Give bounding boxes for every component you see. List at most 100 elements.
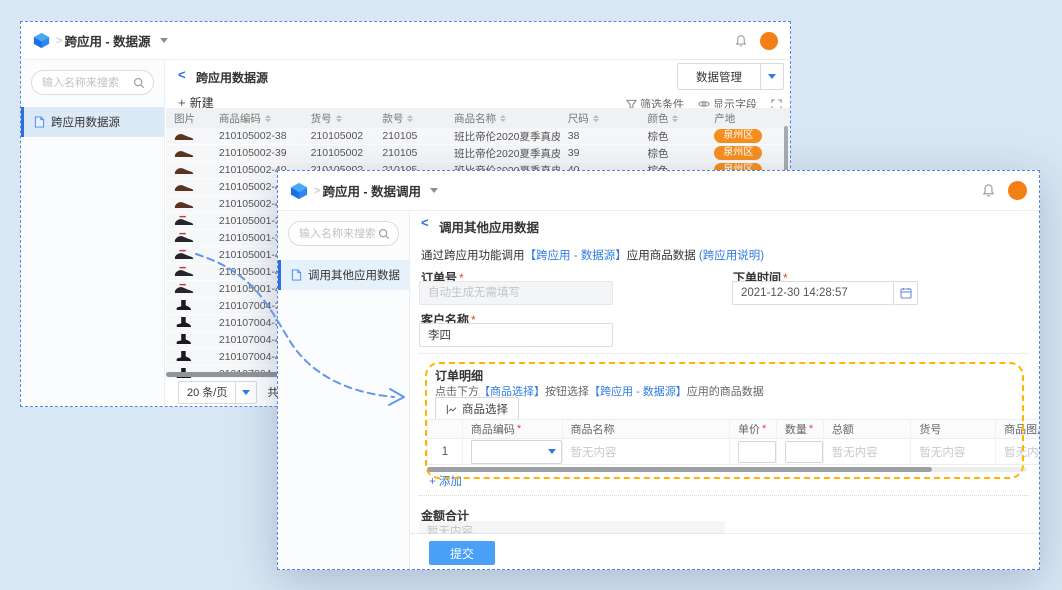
column-header: 货号 [911, 420, 996, 438]
unit-price-cell [730, 439, 777, 464]
table-cell: 39 [560, 147, 640, 159]
description-text: 通过跨应用功能调用 [421, 250, 525, 262]
datasource-app-link[interactable]: 【跨应用 - 数据源】 [525, 250, 627, 262]
product-name-cell: 暂无内容 [563, 439, 730, 464]
boot-image [174, 333, 192, 345]
product-code-select[interactable] [471, 440, 562, 464]
sidebar-item-datasource[interactable]: 跨应用数据源 [21, 107, 164, 137]
table-cell [166, 129, 211, 144]
user-avatar[interactable] [1008, 181, 1027, 200]
quantity-input[interactable] [785, 441, 823, 463]
column-header[interactable]: 款号 [374, 108, 446, 128]
table-row[interactable]: 210105002-39210105002210105班比帝伦2020夏季真皮.… [166, 145, 790, 162]
sort-icon[interactable] [265, 115, 271, 122]
sidebar-item-datacall[interactable]: 调用其他应用数据 [278, 260, 409, 290]
back-button[interactable]: < [178, 67, 186, 82]
table-cell [166, 299, 211, 314]
caret-down-icon [768, 74, 776, 79]
table-row[interactable]: 210105002-38210105002210105班比帝伦2020夏季真皮.… [166, 128, 790, 145]
page-description: 通过跨应用功能调用【跨应用 - 数据源】应用商品数据 (跨应用说明) [421, 247, 764, 263]
customer-input[interactable] [419, 323, 613, 347]
table-cell: 38 [560, 130, 640, 142]
dropdown-caret-button[interactable] [760, 64, 783, 89]
shoe-image [174, 146, 194, 158]
chevron-right-icon: > [314, 185, 320, 197]
datacall-header: > 跨应用 - 数据调用 [278, 171, 1039, 211]
notification-bell-icon[interactable] [734, 34, 748, 48]
column-header[interactable]: 商品编码 [211, 108, 303, 128]
page-size-select[interactable]: 20 条/页 [178, 381, 257, 404]
product-select-button[interactable]: 商品选择 [435, 397, 519, 421]
table-header-row: 图片商品编码货号款号商品名称尺码颜色产地 [166, 108, 790, 128]
column-header[interactable]: 颜色 [639, 108, 706, 128]
page-size-label: 20 条/页 [179, 382, 235, 403]
sort-icon[interactable] [672, 115, 678, 122]
calendar-icon [900, 287, 912, 299]
column-label: 款号 [382, 111, 403, 126]
column-header[interactable]: 商品名称 [446, 108, 560, 128]
section-divider [411, 533, 1039, 534]
page-size-caret[interactable] [235, 382, 256, 403]
sort-icon[interactable] [336, 115, 342, 122]
sort-icon[interactable] [407, 115, 413, 122]
search-input[interactable] [297, 227, 378, 241]
column-header: 数量* [777, 420, 824, 438]
data-manage-dropdown[interactable]: 数据管理 [677, 63, 784, 90]
page-title: 跨应用数据源 [196, 69, 268, 86]
table-cell [166, 248, 211, 263]
table-cell: 班比帝伦2020夏季真皮.. [446, 146, 560, 161]
sidebar-search[interactable] [31, 70, 154, 95]
app-title-dropdown[interactable]: 跨应用 - 数据源 [64, 31, 167, 50]
user-avatar[interactable] [760, 32, 778, 50]
column-header [428, 420, 463, 438]
column-header[interactable]: 货号 [303, 108, 375, 128]
unit-price-input[interactable] [738, 441, 776, 463]
app-cube-logo-icon[interactable] [33, 32, 50, 49]
search-icon [133, 77, 145, 89]
column-header[interactable]: 尺码 [560, 108, 640, 128]
sidebar-item-label: 跨应用数据源 [51, 114, 120, 130]
sneaker-image [174, 265, 194, 277]
column-label: 商品编码 [219, 111, 261, 126]
app-cube-logo-icon[interactable] [290, 182, 308, 200]
cross-app-help-link[interactable]: (跨应用说明) [699, 250, 764, 262]
shoe-image [174, 129, 194, 141]
row-index: 1 [428, 439, 463, 464]
search-input[interactable] [40, 76, 133, 90]
table-cell [166, 333, 211, 348]
datacall-sidebar: 调用其他应用数据 [278, 211, 410, 569]
caret-down-icon [160, 38, 168, 43]
table-cell: 泉州区 [706, 146, 790, 160]
table-cell [166, 163, 211, 178]
caret-down-icon [548, 449, 556, 454]
order-detail-heading: 订单明细 [435, 367, 483, 384]
order-time-input[interactable] [732, 281, 894, 305]
sort-icon[interactable] [593, 115, 599, 122]
sort-icon[interactable] [500, 115, 506, 122]
table-cell: 棕色 [639, 129, 706, 144]
datacall-window: > 跨应用 - 数据调用 [277, 170, 1040, 570]
caret-down-icon [242, 390, 250, 395]
add-row-button[interactable]: + 添加 [429, 473, 462, 489]
notification-bell-icon[interactable] [981, 183, 996, 198]
submit-button[interactable]: 提交 [429, 541, 495, 565]
table-cell [166, 282, 211, 297]
boot-image [174, 299, 192, 311]
order-detail-table: 商品编码* 商品名称 单价* 数量* 总额 货号 商品图片 1 暂无内容 [427, 419, 1039, 465]
horizontal-scrollbar[interactable] [427, 467, 1027, 472]
canvas: > 跨应用 - 数据源 [0, 0, 1062, 590]
order-table-header: 商品编码* 商品名称 单价* 数量* 总额 货号 商品图片 [427, 419, 1039, 439]
scrollbar-thumb[interactable] [427, 467, 932, 472]
table-cell: 210105 [374, 130, 446, 142]
table-cell: 210105002-39 [211, 147, 303, 159]
product-image-cell: 暂无内容 [996, 439, 1039, 464]
sidebar-search[interactable] [288, 221, 399, 246]
datasource-app-link[interactable]: 【跨应用 - 数据源】 [589, 386, 687, 398]
calendar-picker-button[interactable] [894, 281, 918, 305]
product-select-label: 商品选择 [462, 401, 508, 417]
sneaker-image [174, 231, 194, 243]
app-title-dropdown[interactable]: 跨应用 - 数据调用 [322, 181, 438, 200]
back-button[interactable]: < [421, 215, 429, 230]
total-cell: 暂无内容 [824, 439, 912, 464]
column-header: 商品编码* [463, 420, 563, 438]
